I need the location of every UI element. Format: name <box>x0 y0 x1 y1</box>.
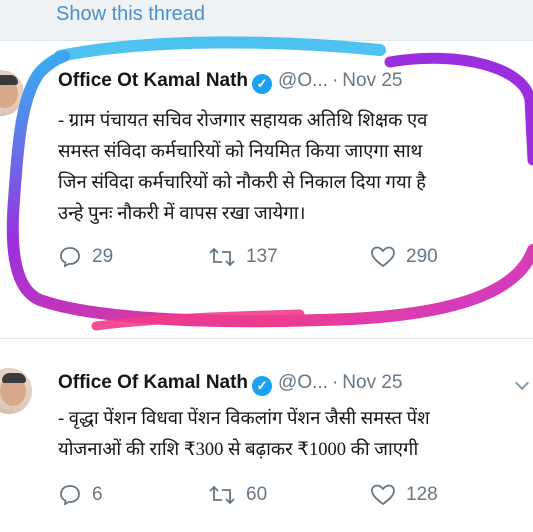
account-name[interactable]: Office Ot Kamal Nath <box>58 70 248 91</box>
separator-dot: · <box>331 372 339 393</box>
tweet-text-line: - वृद्धा पेंशन विधवा पेंशन विकलांग पेंशन… <box>58 409 430 429</box>
heart-icon <box>371 484 395 506</box>
retweet-count: 137 <box>246 246 278 267</box>
chevron-down-icon[interactable] <box>514 375 530 391</box>
avatar[interactable] <box>0 70 24 116</box>
like-count: 290 <box>406 246 438 267</box>
like-count: 128 <box>406 484 438 505</box>
tweet-text-line: समस्त संविदा कर्मचारियों को नियमित किया … <box>58 142 423 162</box>
account-handle[interactable]: @O... <box>278 70 328 91</box>
tweet-header: Office Ot Kamal Nath ✓ @O... · Nov 25 <box>58 70 402 94</box>
verified-badge-icon: ✓ <box>252 74 273 94</box>
tweet[interactable]: Office Ot Kamal Nath ✓ @O... · Nov 25 - ग्रा… <box>0 58 533 308</box>
tweet-date[interactable]: Nov 25 <box>342 70 402 91</box>
tweet-text-line: जिन संविदा कर्मचारियों को नौकरी से निकाल… <box>58 173 426 193</box>
heart-icon <box>371 246 395 268</box>
thread-header-bar: Show this thread <box>0 0 533 41</box>
reply-button[interactable]: 29 <box>58 245 113 269</box>
retweet-count: 60 <box>246 484 268 505</box>
retweet-button[interactable]: 60 <box>208 483 267 507</box>
show-thread-link[interactable]: Show this thread <box>56 3 205 26</box>
tweet-header: Office Of Kamal Nath ✓ @O... · Nov 25 <box>58 372 402 396</box>
reply-button[interactable]: 6 <box>58 483 103 507</box>
tweet-text-line: उन्हे पुनः नौकरी में वापस रखा जायेगा। <box>58 204 306 224</box>
avatar[interactable] <box>0 368 32 414</box>
account-name[interactable]: Office Of Kamal Nath <box>58 372 248 393</box>
account-handle[interactable]: @O... <box>278 372 328 393</box>
tweet-text: - वृद्धा पेंशन विधवा पेंशन विकलांग पेंशन… <box>58 404 533 466</box>
retweet-button[interactable]: 137 <box>208 245 278 269</box>
tweet-date[interactable]: Nov 25 <box>342 372 402 393</box>
reply-count: 6 <box>92 484 103 505</box>
tweet-divider <box>0 338 533 339</box>
reply-icon <box>60 485 80 506</box>
retweet-icon <box>209 485 235 505</box>
tweet-text-line: - ग्राम पंचायत सचिव रोजगार सहायक अतिथि श… <box>58 111 428 131</box>
separator-dot: · <box>331 70 339 91</box>
tweet[interactable]: Office Of Kamal Nath ✓ @O... · Nov 25 - वृद्… <box>0 356 533 532</box>
retweet-icon <box>209 247 235 267</box>
reply-icon <box>60 247 80 268</box>
like-button[interactable]: 128 <box>370 483 438 507</box>
tweet-text-line: योजनाओं की राशि ₹300 से बढ़ाकर ₹1000 की … <box>58 440 419 460</box>
like-button[interactable]: 290 <box>370 245 438 269</box>
verified-badge-icon: ✓ <box>252 376 273 396</box>
reply-count: 29 <box>92 246 114 267</box>
tweet-text: - ग्राम पंचायत सचिव रोजगार सहायक अतिथि श… <box>58 106 533 230</box>
